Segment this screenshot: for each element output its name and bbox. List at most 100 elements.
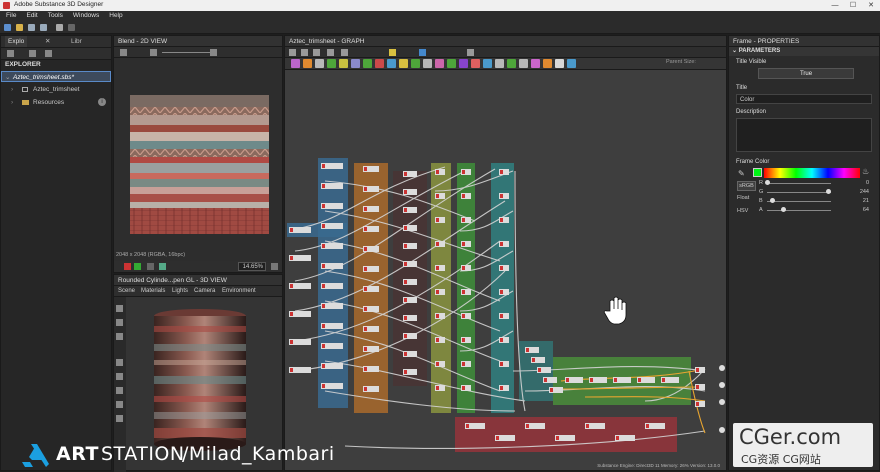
channel-knob[interactable] <box>765 180 770 185</box>
title-visible-toggle[interactable]: True <box>758 68 854 79</box>
fit-icon[interactable] <box>271 263 278 270</box>
previous-icon[interactable] <box>150 49 157 56</box>
output-node[interactable] <box>719 382 725 388</box>
menu-lights[interactable]: Lights <box>172 286 188 297</box>
output-node[interactable] <box>719 399 725 405</box>
undo-icon[interactable] <box>56 24 63 31</box>
node-palette-icon[interactable] <box>471 59 480 68</box>
align-icon[interactable] <box>389 49 396 56</box>
channel-row-b[interactable]: B 21 <box>759 197 871 205</box>
tree-item-resources[interactable]: › Resources i <box>1 97 111 108</box>
menu-materials[interactable]: Materials <box>141 286 165 297</box>
graph-canvas[interactable] <box>285 71 728 461</box>
node-palette-icon[interactable] <box>519 59 528 68</box>
eyedropper-icon[interactable]: ✎ <box>738 169 745 178</box>
tree-item-graph[interactable]: › Aztec_trimsheet <box>1 84 111 95</box>
channel-value[interactable]: 21 <box>863 197 869 205</box>
save-icon[interactable] <box>28 24 35 31</box>
channel-track[interactable] <box>767 210 831 211</box>
new-package-icon[interactable] <box>4 24 11 31</box>
open-folder-icon[interactable] <box>16 24 23 31</box>
sphere-icon[interactable] <box>116 401 123 408</box>
menu-scene[interactable]: Scene <box>118 286 135 297</box>
menu-environment[interactable]: Environment <box>222 286 256 297</box>
node-palette-icon[interactable] <box>459 59 468 68</box>
node-palette-icon[interactable] <box>483 59 492 68</box>
node-palette-icon[interactable] <box>387 59 396 68</box>
channel-knob[interactable] <box>781 207 786 212</box>
explorer-tab-close-icon[interactable]: ✕ <box>45 36 50 47</box>
node-palette-icon[interactable] <box>543 59 552 68</box>
mip-slider[interactable] <box>162 52 210 53</box>
zoom-field[interactable]: 14.65% <box>238 262 266 271</box>
grid-icon[interactable] <box>467 49 474 56</box>
node-palette-icon[interactable] <box>291 59 300 68</box>
color-picker-icon[interactable]: ♨ <box>862 167 869 176</box>
output-node[interactable] <box>719 427 725 433</box>
node-palette-icon[interactable] <box>435 59 444 68</box>
node-palette-icon[interactable] <box>327 59 336 68</box>
menu-camera[interactable]: Camera <box>194 286 215 297</box>
channel-knob[interactable] <box>770 198 775 203</box>
channel-row-g[interactable]: G 244 <box>759 188 871 196</box>
node-palette-icon[interactable] <box>495 59 504 68</box>
channel-alpha-icon[interactable] <box>147 263 154 270</box>
channel-row-a[interactable]: A 64 <box>759 206 871 214</box>
output-node[interactable] <box>719 365 725 371</box>
node-palette-icon[interactable] <box>447 59 456 68</box>
tree-item-package[interactable]: ⌄ Aztec_trimsheet.sbs* <box>1 71 111 82</box>
frame-tool-icon[interactable] <box>419 49 426 56</box>
rotate-icon[interactable] <box>116 359 123 366</box>
channel-value[interactable]: 0 <box>866 179 869 187</box>
tiling-icon[interactable] <box>159 263 166 270</box>
collapse-chevron-icon[interactable]: › <box>11 97 13 108</box>
frame-red[interactable] <box>455 417 677 452</box>
color-swatch[interactable] <box>753 168 762 177</box>
maximize-button[interactable]: ☐ <box>844 0 862 11</box>
node-palette-icon[interactable] <box>363 59 372 68</box>
zoom-icon[interactable] <box>341 49 348 56</box>
mode-srgb-button[interactable]: sRGB <box>737 181 756 191</box>
channel-track[interactable] <box>767 192 831 193</box>
menu-windows[interactable]: Windows <box>73 11 99 21</box>
tab-library[interactable]: Libr <box>71 36 82 47</box>
mode-hsv-button[interactable]: HSV <box>737 208 748 214</box>
node-palette-icon[interactable] <box>567 59 576 68</box>
cube-icon[interactable] <box>116 387 123 394</box>
mode-float-button[interactable]: Float <box>737 195 749 201</box>
node-palette-icon[interactable] <box>375 59 384 68</box>
menu-edit[interactable]: Edit <box>26 11 37 21</box>
tab-explorer[interactable]: Explo <box>5 36 28 47</box>
title-input[interactable]: Color <box>736 94 872 104</box>
frame-olive[interactable] <box>431 163 451 413</box>
frame-teal[interactable] <box>491 163 514 413</box>
parameters-section[interactable]: ⌄ PARAMETERS <box>729 47 879 56</box>
hue-spectrum[interactable] <box>764 168 860 178</box>
node-palette-icon[interactable] <box>411 59 420 68</box>
menu-help[interactable]: Help <box>109 11 122 21</box>
node-palette-icon[interactable] <box>303 59 312 68</box>
menu-file[interactable]: File <box>6 11 16 21</box>
channel-value[interactable]: 244 <box>860 188 869 196</box>
channel-green-icon[interactable] <box>134 263 141 270</box>
channel-track[interactable] <box>767 183 831 184</box>
filter-icon[interactable] <box>45 50 52 57</box>
redo-icon[interactable] <box>68 24 75 31</box>
collapse-chevron-icon[interactable]: › <box>11 84 13 95</box>
save-all-icon[interactable] <box>40 24 47 31</box>
node-palette-icon[interactable] <box>351 59 360 68</box>
channel-row-r[interactable]: R0 <box>759 179 871 187</box>
node-palette-icon[interactable] <box>507 59 516 68</box>
channel-track[interactable] <box>767 201 831 202</box>
screenshot-icon[interactable] <box>313 49 320 56</box>
select-icon[interactable] <box>289 49 296 56</box>
description-input[interactable] <box>736 118 872 152</box>
light-icon[interactable] <box>116 319 123 326</box>
info-tool-icon[interactable] <box>327 49 334 56</box>
node-palette-icon[interactable] <box>423 59 432 68</box>
add-resource-icon[interactable] <box>29 50 36 57</box>
node-palette-icon[interactable] <box>555 59 564 68</box>
channel-value[interactable]: 64 <box>863 206 869 214</box>
close-button[interactable]: ✕ <box>862 0 880 11</box>
channels-icon[interactable] <box>120 49 127 56</box>
